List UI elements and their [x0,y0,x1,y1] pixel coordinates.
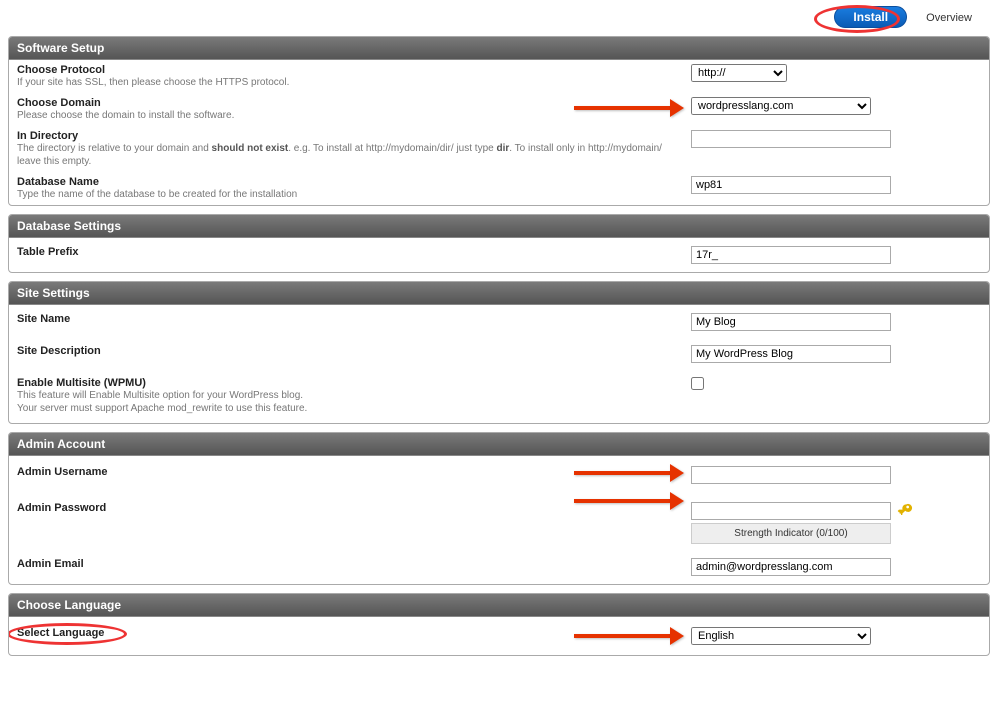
admin-email-input[interactable] [691,558,891,576]
dbname-input[interactable] [691,176,891,194]
sitename-label: Site Name [17,313,681,325]
dbname-desc: Type the name of the database to be crea… [17,188,681,201]
sitedesc-input[interactable] [691,345,891,363]
panel-software-setup: Software Setup Choose Protocol If your s… [8,36,990,206]
admin-email-label: Admin Email [17,558,681,570]
multisite-desc2: Your server must support Apache mod_rewr… [17,402,681,415]
directory-input[interactable] [691,130,891,148]
sitedesc-label: Site Description [17,345,681,357]
admin-username-input[interactable] [691,466,891,484]
protocol-desc: If your site has SSL, then please choose… [17,76,681,89]
admin-username-label: Admin Username [17,466,681,478]
domain-desc: Please choose the domain to install the … [17,109,681,122]
admin-password-input[interactable] [691,502,891,520]
language-select[interactable]: English [691,627,871,645]
overview-tab[interactable]: Overview [916,9,982,27]
panel-header: Site Settings [9,282,989,305]
domain-select[interactable]: wordpresslang.com [691,97,871,115]
select-language-label: Select Language [17,627,681,639]
protocol-select[interactable]: http:// [691,64,787,82]
prefix-input[interactable] [691,246,891,264]
panel-header: Choose Language [9,594,989,617]
domain-label: Choose Domain [17,97,681,109]
panel-admin-account: Admin Account Admin Username Admin Passw… [8,432,990,585]
multisite-checkbox[interactable] [691,377,704,390]
panel-header: Software Setup [9,37,989,60]
directory-desc: The directory is relative to your domain… [17,142,681,168]
sitename-input[interactable] [691,313,891,331]
panel-header: Admin Account [9,433,989,456]
panel-choose-language: Choose Language Select Language English [8,593,990,656]
password-strength: Strength Indicator (0/100) [691,523,891,544]
multisite-label: Enable Multisite (WPMU) [17,377,681,389]
admin-password-label: Admin Password [17,502,681,514]
key-icon[interactable] [897,503,913,519]
multisite-desc1: This feature will Enable Multisite optio… [17,389,681,402]
install-tab[interactable]: Install [834,6,907,28]
dbname-label: Database Name [17,176,681,188]
prefix-label: Table Prefix [17,246,681,258]
top-tabs: Install Overview [8,0,990,36]
protocol-label: Choose Protocol [17,64,681,76]
directory-label: In Directory [17,130,681,142]
panel-header: Database Settings [9,215,989,238]
panel-site-settings: Site Settings Site Name Site Description… [8,281,990,424]
panel-database-settings: Database Settings Table Prefix [8,214,990,273]
